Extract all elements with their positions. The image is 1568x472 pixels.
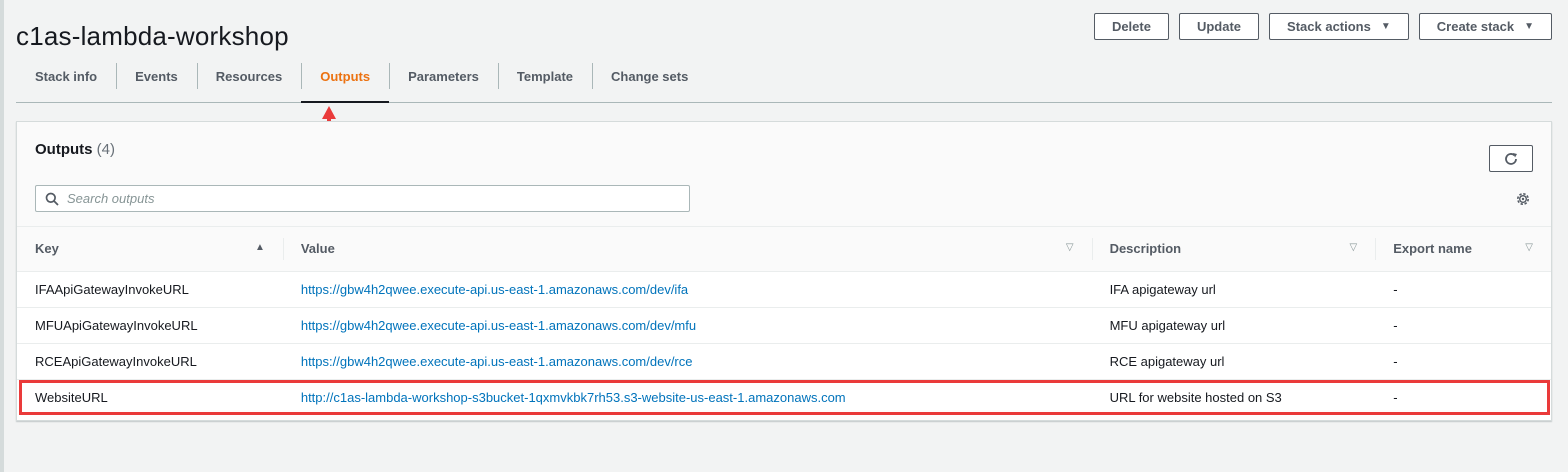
- tab-label: Events: [135, 68, 178, 84]
- output-description: IFA apigateway url: [1091, 271, 1376, 308]
- column-header-label: Description: [1109, 241, 1182, 257]
- tab-events[interactable]: Events: [116, 61, 197, 91]
- column-header-description[interactable]: Description ▽: [1091, 227, 1376, 272]
- page-title: c1as-lambda-workshop: [16, 21, 289, 52]
- sort-ascending-icon[interactable]: ▲: [255, 242, 265, 253]
- tab-label: Change sets: [611, 68, 689, 84]
- create-stack-dropdown[interactable]: Create stack ▼: [1418, 13, 1552, 40]
- outputs-heading: Outputs (4): [35, 141, 115, 158]
- table-row: RCEApiGatewayInvokeURL https://gbw4h2qwe…: [17, 343, 1551, 380]
- refresh-icon: [1505, 152, 1517, 165]
- refresh-button[interactable]: [1489, 145, 1533, 172]
- output-value-cell: https://gbw4h2qwee.execute-api.us-east-1…: [282, 271, 1092, 308]
- outputs-panel-header: Outputs (4): [17, 122, 1551, 227]
- column-header-label: Value: [300, 241, 335, 257]
- stack-action-bar: Delete Update Stack actions ▼ Create sta…: [1093, 13, 1552, 40]
- tab-stack-info[interactable]: Stack info: [16, 61, 116, 91]
- output-export-name: -: [1375, 307, 1551, 344]
- tab-change-sets[interactable]: Change sets: [592, 61, 707, 91]
- table-row: MFUApiGatewayInvokeURL https://gbw4h2qwe…: [17, 307, 1551, 344]
- search-field[interactable]: [35, 185, 690, 212]
- column-header-value[interactable]: Value ▽: [282, 227, 1092, 272]
- output-description: MFU apigateway url: [1091, 307, 1376, 344]
- output-export-name: -: [1375, 343, 1551, 380]
- table-row: WebsiteURL http://c1as-lambda-workshop-s…: [17, 379, 1551, 415]
- sort-filter-icon[interactable]: ▽: [1066, 242, 1074, 253]
- tab-resources[interactable]: Resources: [196, 61, 301, 91]
- delete-button-label: Delete: [1111, 19, 1151, 34]
- column-header-label: Key: [35, 241, 59, 257]
- tab-label: Stack info: [35, 68, 98, 84]
- output-value-cell: https://gbw4h2qwee.execute-api.us-east-1…: [282, 307, 1092, 344]
- output-key: IFAApiGatewayInvokeURL: [17, 271, 283, 308]
- output-value-link[interactable]: https://gbw4h2qwee.execute-api.us-east-1…: [301, 318, 696, 333]
- output-key: MFUApiGatewayInvokeURL: [17, 307, 283, 344]
- output-key: WebsiteURL: [35, 389, 108, 405]
- outputs-title: Outputs: [35, 141, 93, 158]
- output-value-link[interactable]: http://c1as-lambda-workshop-s3bucket-1qx…: [301, 390, 846, 405]
- tab-label: Template: [516, 68, 574, 84]
- stack-actions-dropdown[interactable]: Stack actions ▼: [1269, 13, 1409, 40]
- column-divider: [282, 238, 284, 260]
- tab-label: Outputs: [320, 68, 371, 84]
- outputs-table: Key ▲ Value ▽ Description ▽ Export name …: [17, 227, 1551, 415]
- search-icon: [45, 192, 59, 206]
- tab-template[interactable]: Template: [497, 61, 592, 91]
- table-row: IFAApiGatewayInvokeURL https://gbw4h2qwe…: [17, 271, 1551, 308]
- caret-down-icon: ▼: [1380, 21, 1391, 32]
- column-header-key[interactable]: Key ▲: [17, 227, 283, 272]
- tab-outputs[interactable]: Outputs: [301, 61, 389, 103]
- output-export-name: -: [1375, 271, 1551, 308]
- sort-filter-icon[interactable]: ▽: [1525, 242, 1533, 253]
- table-header-row: Key ▲ Value ▽ Description ▽ Export name …: [17, 227, 1551, 272]
- tab-label: Parameters: [408, 68, 479, 84]
- outputs-count: (4): [96, 141, 116, 158]
- stack-actions-label: Stack actions: [1287, 19, 1371, 34]
- create-stack-label: Create stack: [1436, 19, 1515, 34]
- column-divider: [1375, 238, 1377, 260]
- left-edge: [0, 0, 4, 472]
- caret-down-icon: ▼: [1524, 21, 1534, 32]
- update-button-label: Update: [1196, 19, 1242, 34]
- search-input[interactable]: [65, 190, 665, 207]
- output-value-link[interactable]: https://gbw4h2qwee.execute-api.us-east-1…: [301, 282, 688, 297]
- update-button[interactable]: Update: [1178, 13, 1260, 40]
- tab-parameters[interactable]: Parameters: [389, 61, 498, 91]
- gear-icon[interactable]: [1515, 191, 1531, 207]
- sort-filter-icon[interactable]: ▽: [1349, 242, 1357, 253]
- output-key: RCEApiGatewayInvokeURL: [17, 343, 283, 380]
- column-header-export-name[interactable]: Export name ▽: [1375, 227, 1551, 272]
- stack-tabs: Stack info Events Resources Outputs Para…: [16, 61, 1552, 103]
- output-value-cell: https://gbw4h2qwee.execute-api.us-east-1…: [282, 343, 1092, 380]
- delete-button[interactable]: Delete: [1093, 13, 1169, 40]
- tab-label: Resources: [215, 68, 283, 84]
- output-value-link[interactable]: https://gbw4h2qwee.execute-api.us-east-1…: [301, 354, 693, 369]
- output-description: RCE apigateway url: [1091, 343, 1376, 380]
- column-header-label: Export name: [1393, 241, 1472, 257]
- column-divider: [1091, 238, 1093, 260]
- output-description: URL for website hosted on S3: [1109, 389, 1282, 405]
- outputs-panel: Outputs (4) Search outputs Key ▲ Value ▽…: [16, 121, 1552, 421]
- output-export-name: -: [1393, 389, 1398, 405]
- output-value-cell: http://c1as-lambda-workshop-s3bucket-1qx…: [283, 379, 1092, 415]
